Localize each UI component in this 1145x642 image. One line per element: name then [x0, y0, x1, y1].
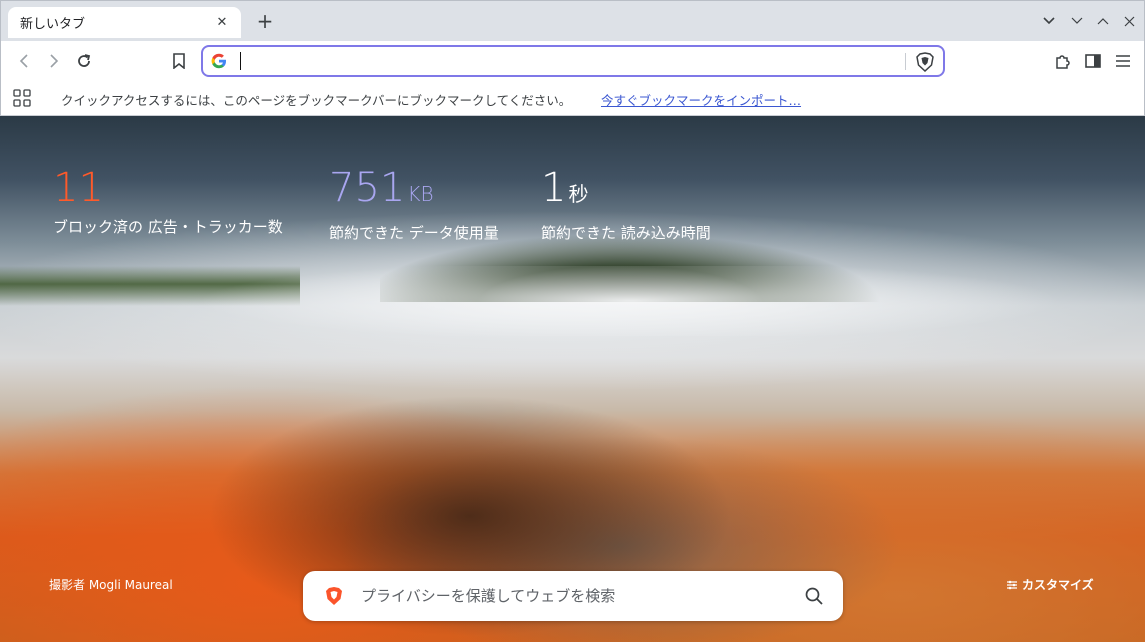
tab-strip: 新しいタブ ✕ + [0, 0, 1145, 41]
puzzle-icon [1056, 55, 1070, 69]
back-arrow-icon [19, 54, 28, 68]
stat-data-saved: 751 KB 節約できた データ使用量 [329, 168, 499, 243]
customize-label: カスタマイズ [1022, 578, 1094, 592]
data-saved-unit: KB [407, 182, 434, 206]
time-saved-label: 節約できた 読み込み時間 [541, 224, 711, 242]
reload-icon [78, 54, 91, 67]
tab-title: 新しいタブ [20, 17, 86, 32]
address-input[interactable] [245, 49, 895, 73]
blocked-label: ブロック済の 広告・トラッカー数 [53, 218, 283, 236]
time-saved-value: 1 [541, 165, 567, 211]
omnibox-divider [905, 53, 906, 70]
maximize-button[interactable] [1093, 11, 1113, 31]
photo-credit[interactable]: 撮影者 Mogli Maureal [49, 576, 173, 593]
google-icon [211, 53, 226, 69]
address-bar[interactable] [201, 45, 945, 77]
new-tab-page: 11 ブロック済の 広告・トラッカー数 751 KB 節約できた データ使用量 1… [0, 116, 1145, 642]
tab-new-tab[interactable]: 新しいタブ ✕ [8, 7, 241, 38]
hamburger-menu-icon [1116, 55, 1130, 67]
reload-button[interactable] [73, 50, 95, 72]
background-fog [180, 266, 1080, 336]
extensions-button[interactable] [1052, 50, 1074, 72]
text-cursor [240, 52, 241, 70]
time-saved-unit: 秒 [568, 182, 589, 206]
toolbar [0, 41, 1145, 81]
apps-grid-icon[interactable] [13, 89, 31, 107]
stat-time-saved: 1秒 節約できた 読み込み時間 [541, 168, 711, 243]
search-box[interactable] [303, 571, 843, 621]
bookmarks-bar-message: クイックアクセスするには、このページをブックマークバーにブックマークしてください… [61, 93, 572, 108]
import-bookmarks-link[interactable]: 今すぐブックマークをインポート… [601, 90, 801, 109]
menu-button[interactable] [1112, 50, 1134, 72]
sidebar-button[interactable] [1082, 50, 1104, 72]
data-saved-label: 節約できた データ使用量 [329, 224, 499, 242]
stat-blocked: 11 ブロック済の 広告・トラッカー数 [53, 168, 283, 237]
bookmarks-bar: クイックアクセスするには、このページをブックマークバーにブックマークしてください… [0, 81, 1145, 116]
minimize-button[interactable] [1067, 11, 1087, 31]
bookmark-icon [173, 53, 185, 69]
close-tab-icon[interactable]: ✕ [213, 15, 231, 30]
sliders-icon [1007, 580, 1017, 589]
back-button[interactable] [13, 50, 35, 72]
sidebar-icon [1085, 54, 1101, 68]
customize-button[interactable]: カスタマイズ [1006, 576, 1094, 593]
bookmark-button[interactable] [168, 50, 190, 72]
brave-shields-icon[interactable] [916, 52, 934, 72]
close-window-button[interactable] [1119, 11, 1139, 31]
new-tab-button[interactable]: + [254, 9, 276, 33]
brave-logo-icon [326, 587, 342, 605]
search-input[interactable] [361, 583, 781, 609]
forward-arrow-icon [50, 54, 59, 68]
blocked-count: 11 [53, 165, 104, 211]
data-saved-value: 751 [329, 165, 406, 211]
forward-button[interactable] [43, 50, 65, 72]
tab-search-icon[interactable] [1039, 11, 1059, 31]
search-icon[interactable] [804, 586, 824, 606]
